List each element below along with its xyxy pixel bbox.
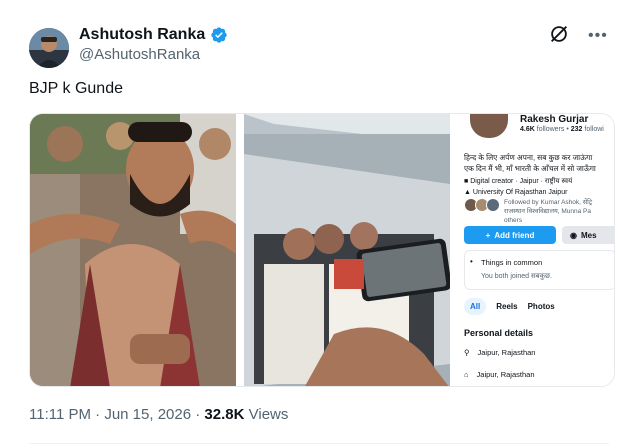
tweet-text: BJP k Gunde [29,80,123,97]
tweet-date[interactable]: Jun 15, 2026 [104,406,191,423]
profile-followed-line3: others [504,217,523,224]
profile-followed-by: Followed by Kumar Ashok, सेंट्रि राजस्था… [464,198,614,225]
views-label: Views [248,406,289,423]
profile-followers-count: 4.6K [520,126,535,133]
things-in-common-box: • Things in common You both joined सबकुछ… [464,250,614,290]
tweet-time[interactable]: 11:11 PM [29,406,91,423]
profile-stats-separator: • [566,126,569,133]
profile-tag-line2: ▲ University Of Rajasthan Jaipur [464,187,614,198]
media-photo-crowd[interactable] [30,114,236,386]
profile-tabs: All Reels Photos [464,298,555,315]
mutual-avatar [486,198,500,212]
media-profile-screenshot[interactable]: Rakesh Gurjar 4.6K followers • 232 follo… [458,114,614,386]
profile-avatar [470,114,508,138]
pin-icon: • [470,257,473,266]
hometown-row: ⌂ Jaipur, Rajasthan [464,370,534,379]
profile-following-count: 232 [570,126,583,133]
grok-icon[interactable] [548,23,570,45]
graduation-cap-icon: ▲ [464,189,471,196]
profile-tag-line2-text: University Of Rajasthan Jaipur [472,189,568,196]
views-count: 32.8K [204,406,245,423]
tweet-meta: 11:11 PM · Jun 15, 2026 · 32.8K Views [29,406,288,423]
divider [29,443,609,444]
briefcase-icon: ■ [464,178,469,185]
author-name[interactable]: Ashutosh Ranka [79,26,228,44]
profile-tags: ■ Digital creator · Jaipur · राष्ट्रीय स… [464,176,614,198]
message-button[interactable]: ◉ Mes [562,226,614,244]
profile-followed-line1: Followed by Kumar Ashok, सेंट्रि [504,199,593,206]
meta-separator: · [95,406,101,423]
verified-badge-icon [211,27,227,43]
location-pin-icon: ⚲ [464,348,470,357]
messenger-icon: ◉ [570,230,577,240]
tab-reels[interactable]: Reels [496,302,517,311]
things-in-common-sub: You both joined सबकुछ. [481,273,552,280]
profile-followed-text: Followed by Kumar Ashok, सेंट्रि राजस्था… [504,198,592,225]
personal-details-title: Personal details [464,328,534,338]
tweet-media-grid: Rakesh Gurjar 4.6K followers • 232 follo… [29,113,615,387]
author-handle[interactable]: @AshutoshRanka [79,46,200,63]
message-label: Mes [580,230,597,240]
location-row: ⚲ Jaipur, Rajasthan [464,348,535,357]
profile-followed-line2: राजस्थान विश्वविद्यालय, Munna Pa [504,208,591,215]
tweet-card: Ashutosh Ranka @AshutoshRanka ••• BJP k … [0,0,627,445]
profile-bio-line1: हिन्द के लिए अर्पण अपना, सब कुछ कर जाऊंग… [464,153,593,162]
hometown-text: Jaipur, Rajasthan [476,370,535,379]
profile-bio: हिन्द के लिए अर्पण अपना, सब कुछ कर जाऊंग… [464,152,614,174]
author-avatar[interactable] [29,28,69,68]
more-options-icon[interactable]: ••• [588,27,608,45]
home-icon: ⌂ [464,370,469,379]
add-friend-label: Add friend [494,230,535,240]
meta-separator: · [195,406,201,423]
add-person-icon: + [485,230,491,240]
media-photo-car[interactable] [244,114,450,386]
profile-tag-line1: ■ Digital creator · Jaipur · राष्ट्रीय स… [464,176,614,187]
things-in-common-title: Things in common [481,258,543,267]
tab-photos[interactable]: Photos [528,302,555,311]
location-text: Jaipur, Rajasthan [477,348,536,357]
add-friend-button[interactable]: + Add friend [464,226,556,244]
profile-tag-line1-text: Digital creator · Jaipur · राष्ट्रीय स्व… [470,178,573,185]
author-name-text[interactable]: Ashutosh Ranka [79,26,205,44]
profile-bio-line2: एक दिन मैं भी, माँ भारती के आँचल में सो … [464,164,596,173]
profile-name: Rakesh Gurjar [520,114,589,125]
profile-following-label: followi [584,126,604,133]
tab-all[interactable]: All [464,298,487,315]
profile-stats: 4.6K followers • 232 followi [520,126,604,133]
profile-followers-label: followers [536,126,565,133]
